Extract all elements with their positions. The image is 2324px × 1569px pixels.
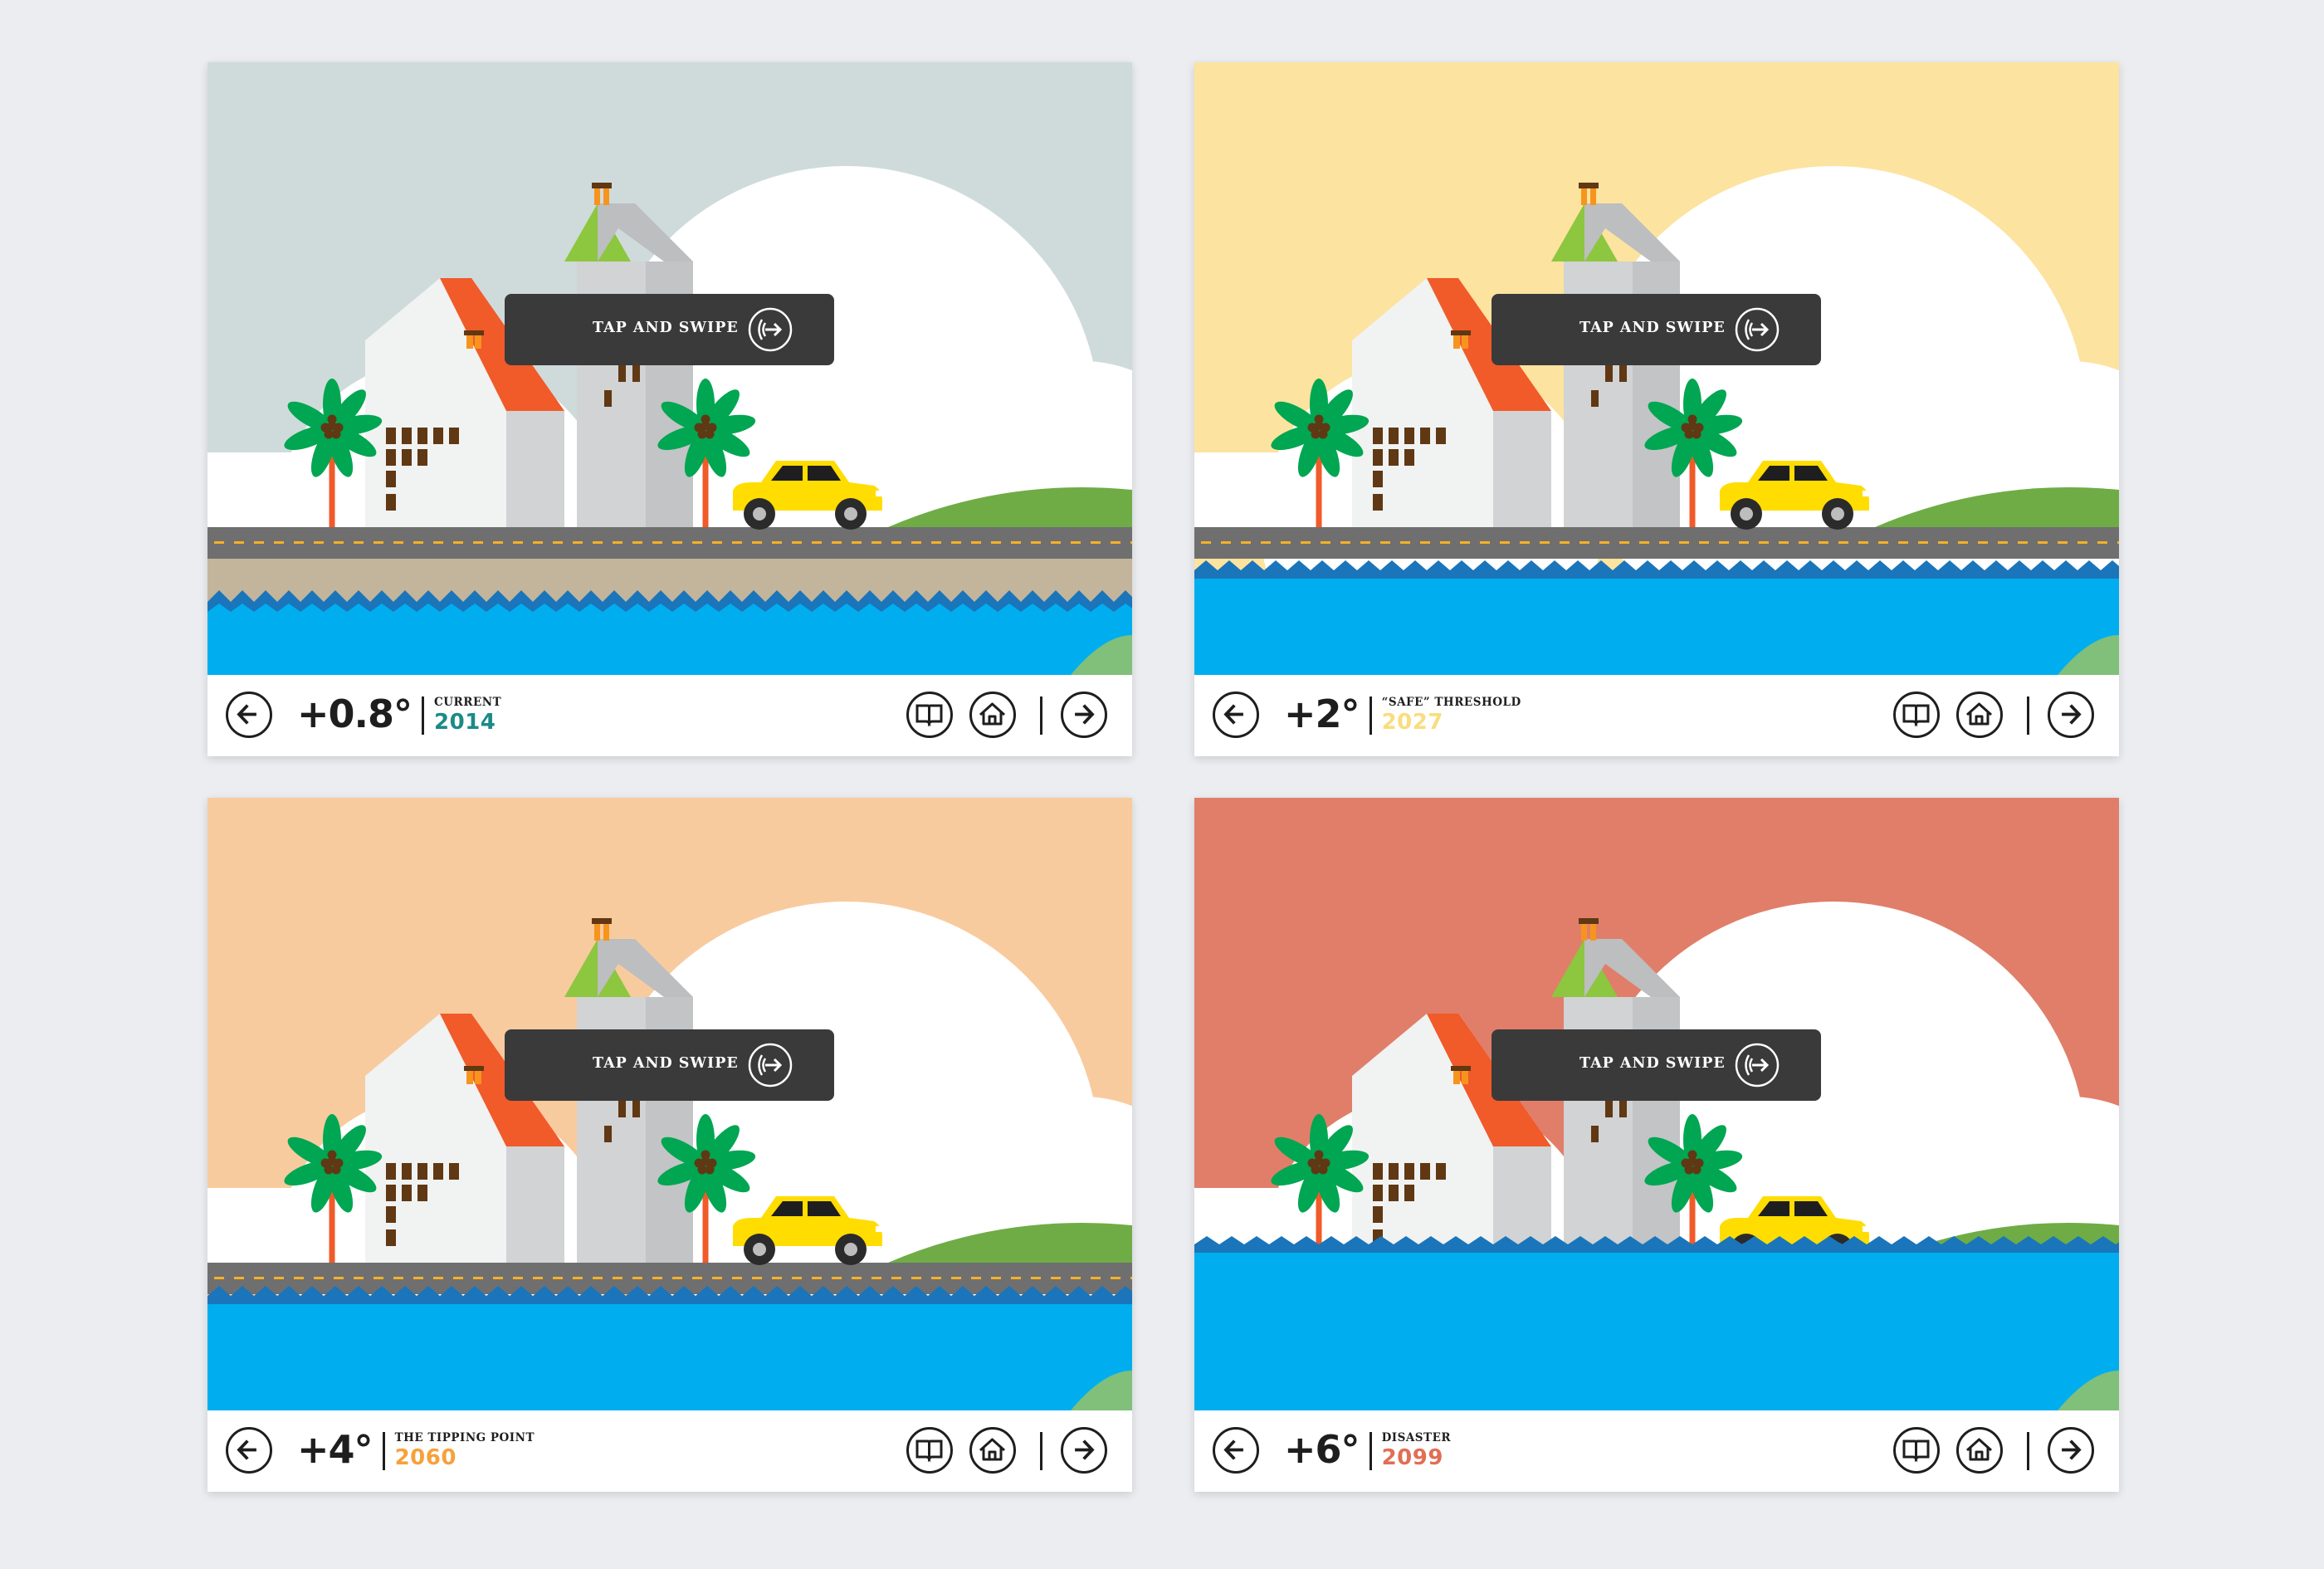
arrow-right-icon: [2062, 1439, 2082, 1460]
tooltip-label: TAP AND SWIPE: [1579, 1055, 1726, 1072]
slide-navigation-bar: +4° THE TIPPING POINT 2060: [208, 1410, 1132, 1492]
climate-scene-illustration[interactable]: [1194, 798, 2119, 1410]
tap-and-swipe-tooltip[interactable]: TAP AND SWIPE: [505, 1029, 834, 1101]
previous-button[interactable]: [226, 692, 272, 738]
tooltip-label: TAP AND SWIPE: [593, 1055, 739, 1072]
slide-card-tipping-point: TAP AND SWIPE +4° THE TIPPING POINT 2060: [208, 798, 1132, 1492]
next-button[interactable]: [1061, 692, 1107, 738]
temperature-value: +0.8°: [297, 692, 413, 736]
slide-card-current: TAP AND SWIPE +0.8° CURRENT 2014: [208, 62, 1132, 756]
temperature-value: +2°: [1284, 692, 1360, 736]
tap-and-swipe-tooltip[interactable]: TAP AND SWIPE: [1492, 1029, 1821, 1101]
scenario-year: 2060: [394, 1445, 456, 1470]
slide-navigation-bar: +2° “SAFE” THRESHOLD 2027: [1194, 675, 2119, 756]
arrow-right-icon: [1075, 704, 1095, 725]
next-button[interactable]: [2048, 1427, 2094, 1474]
next-button[interactable]: [2048, 692, 2094, 738]
swipe-gesture-icon: [748, 1043, 793, 1088]
swipe-gesture-icon: [748, 307, 793, 352]
book-button[interactable]: [1893, 1427, 1940, 1474]
arrow-left-icon: [1223, 1439, 1243, 1460]
book-icon: [1902, 704, 1930, 727]
previous-button[interactable]: [1213, 692, 1259, 738]
scenario-year: 2099: [1381, 1445, 1443, 1470]
swipe-gesture-icon: [1735, 1043, 1780, 1088]
slide-card-safe-threshold: TAP AND SWIPE +2° “SAFE” THRESHOLD 2027: [1194, 62, 2119, 756]
home-icon: [979, 702, 1006, 726]
home-button[interactable]: [1956, 692, 2003, 738]
book-icon: [915, 704, 943, 727]
slide-navigation-bar: +6° DISASTER 2099: [1194, 1410, 2119, 1492]
home-button[interactable]: [969, 692, 1016, 738]
home-icon: [979, 1438, 1006, 1461]
divider: [1040, 1432, 1042, 1470]
arrow-left-icon: [237, 1439, 256, 1460]
scenario-label: DISASTER: [1381, 1431, 1452, 1444]
tap-and-swipe-tooltip[interactable]: TAP AND SWIPE: [1492, 294, 1821, 365]
arrow-left-icon: [1223, 704, 1243, 725]
divider: [422, 697, 425, 735]
scenario-year: 2014: [434, 710, 496, 735]
slide-navigation-bar: +0.8° CURRENT 2014: [208, 675, 1132, 756]
book-icon: [915, 1439, 943, 1463]
climate-scene-illustration[interactable]: [208, 798, 1132, 1410]
book-button[interactable]: [1893, 692, 1940, 738]
arrow-right-icon: [1075, 1439, 1095, 1460]
divider: [1369, 697, 1372, 735]
scenario-year: 2027: [1381, 710, 1443, 735]
arrow-right-icon: [2062, 704, 2082, 725]
climate-scene-illustration[interactable]: [1194, 62, 2119, 675]
book-icon: [1902, 1439, 1930, 1463]
scenario-label: CURRENT: [434, 696, 502, 709]
swipe-gesture-icon: [1735, 307, 1780, 352]
slide-card-disaster: TAP AND SWIPE +6° DISASTER 2099: [1194, 798, 2119, 1492]
divider: [1369, 1432, 1372, 1470]
previous-button[interactable]: [226, 1427, 272, 1474]
temperature-value: +4°: [297, 1427, 374, 1472]
arrow-left-icon: [237, 704, 256, 725]
tooltip-label: TAP AND SWIPE: [593, 320, 739, 336]
home-icon: [1965, 1438, 1993, 1461]
home-button[interactable]: [969, 1427, 1016, 1474]
climate-scene-illustration[interactable]: [208, 62, 1132, 675]
home-icon: [1965, 702, 1993, 726]
divider: [1040, 697, 1042, 735]
divider: [2027, 697, 2029, 735]
home-button[interactable]: [1956, 1427, 2003, 1474]
book-button[interactable]: [906, 692, 953, 738]
book-button[interactable]: [906, 1427, 953, 1474]
next-button[interactable]: [1061, 1427, 1107, 1474]
divider: [2027, 1432, 2029, 1470]
tooltip-label: TAP AND SWIPE: [1579, 320, 1726, 336]
scenario-label: “SAFE” THRESHOLD: [1381, 696, 1521, 709]
tap-and-swipe-tooltip[interactable]: TAP AND SWIPE: [505, 294, 834, 365]
previous-button[interactable]: [1213, 1427, 1259, 1474]
scenario-label: THE TIPPING POINT: [394, 1431, 535, 1444]
temperature-value: +6°: [1284, 1427, 1360, 1472]
divider: [382, 1432, 385, 1470]
